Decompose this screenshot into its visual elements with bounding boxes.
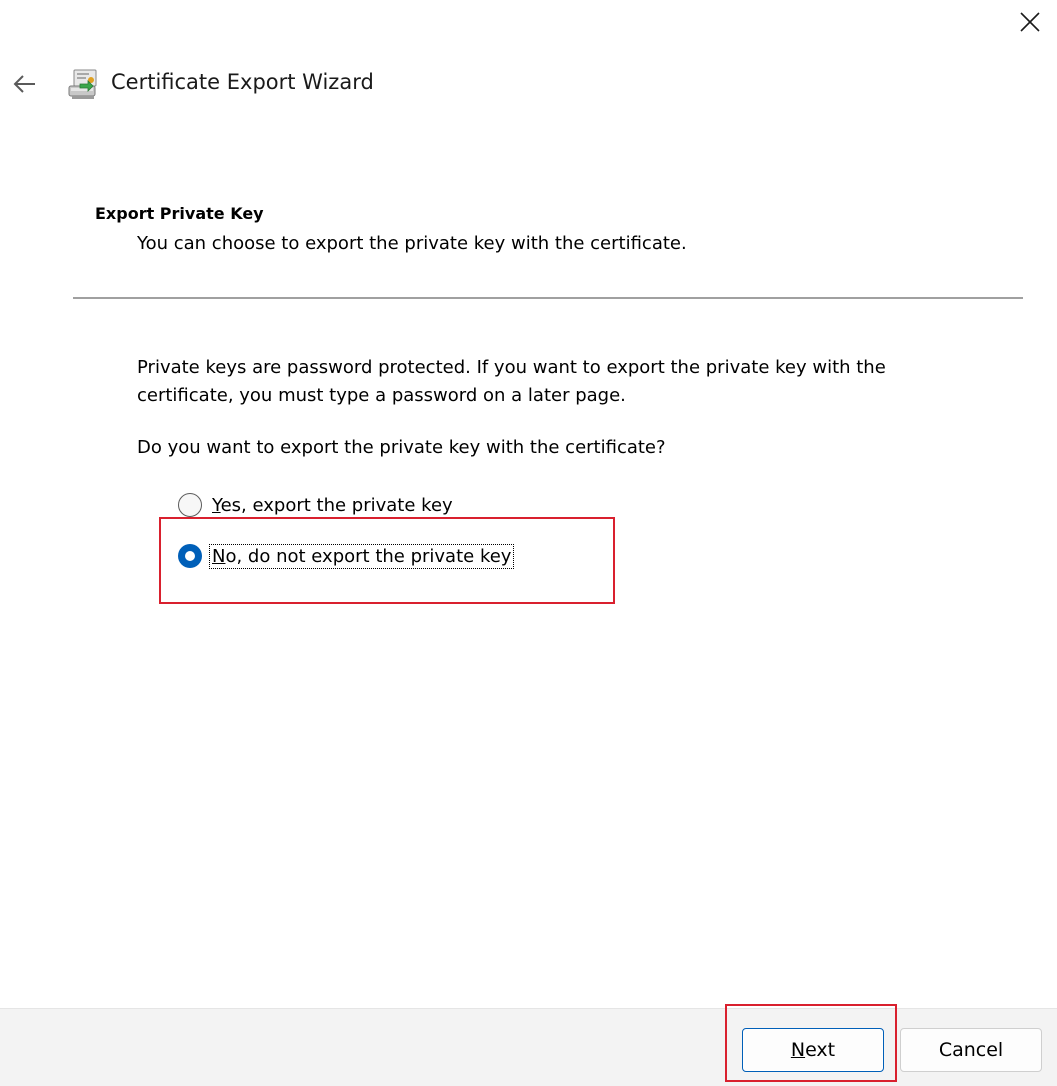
section-subtitle: You can choose to export the private key…	[137, 233, 687, 254]
next-label: ext	[805, 1039, 836, 1061]
next-button[interactable]: Next	[742, 1028, 884, 1072]
next-mnemonic: N	[790, 1039, 806, 1061]
footer-bar	[0, 1008, 1057, 1086]
radio-option-yes-export[interactable]: Yes, export the private key	[178, 490, 455, 520]
mnemonic-y: Y	[212, 494, 221, 516]
title-bar: Certificate Export Wizard	[0, 58, 700, 110]
close-button[interactable]	[1005, 0, 1055, 44]
radio-label-no: No, do not export the private key	[208, 543, 515, 569]
description-line-1: Private keys are password protected. If …	[137, 357, 886, 378]
certificate-wizard-icon	[68, 69, 97, 99]
description-line-2: certificate, you must type a password on…	[137, 385, 626, 406]
radio-option-no-export[interactable]: No, do not export the private key	[178, 541, 515, 571]
certificate-export-wizard-window: Certificate Export Wizard Export Private…	[0, 0, 1057, 1086]
section-header: Export Private Key	[95, 204, 264, 223]
cancel-button[interactable]: Cancel	[900, 1028, 1042, 1072]
back-button[interactable]	[6, 66, 44, 102]
radio-button-selected[interactable]	[178, 544, 202, 568]
radio-label-yes-text: es, export the private key	[220, 494, 453, 516]
mnemonic-n: N	[212, 545, 226, 567]
window-title: Certificate Export Wizard	[111, 70, 374, 94]
header-separator	[73, 297, 1023, 299]
radio-label-yes: Yes, export the private key	[210, 494, 455, 517]
radio-button-unselected[interactable]	[178, 493, 202, 517]
back-arrow-icon	[13, 75, 35, 93]
question-text: Do you want to export the private key wi…	[137, 437, 666, 458]
close-icon	[1020, 12, 1040, 32]
radio-label-no-text: o, do not export the private key	[225, 545, 512, 567]
